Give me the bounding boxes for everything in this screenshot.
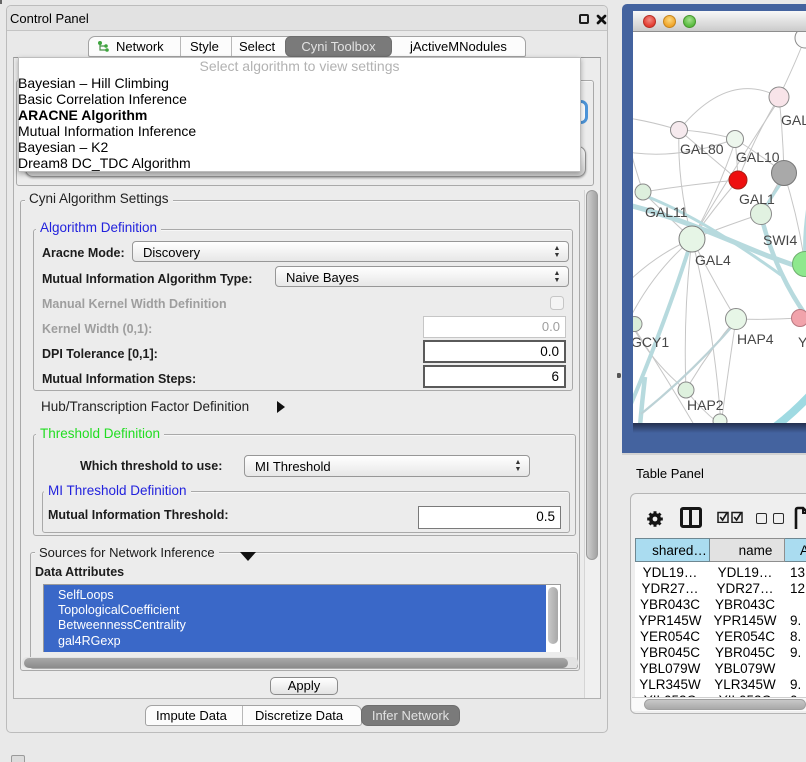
svg-text:GAL10: GAL10 [736,149,780,165]
svg-text:SWI4: SWI4 [763,232,797,248]
svg-text:GCY1: GCY1 [633,334,669,350]
svg-text:GAL1: GAL1 [739,191,775,207]
svg-text:Y: Y [798,334,806,350]
svg-text:HAP2: HAP2 [687,397,724,413]
svg-text:GAL80: GAL80 [680,141,724,157]
svg-text:GAL4: GAL4 [695,252,731,268]
svg-text:HAP4: HAP4 [737,331,774,347]
svg-text:GAL11: GAL11 [645,204,688,220]
svg-text:GAL: GAL [781,112,806,128]
